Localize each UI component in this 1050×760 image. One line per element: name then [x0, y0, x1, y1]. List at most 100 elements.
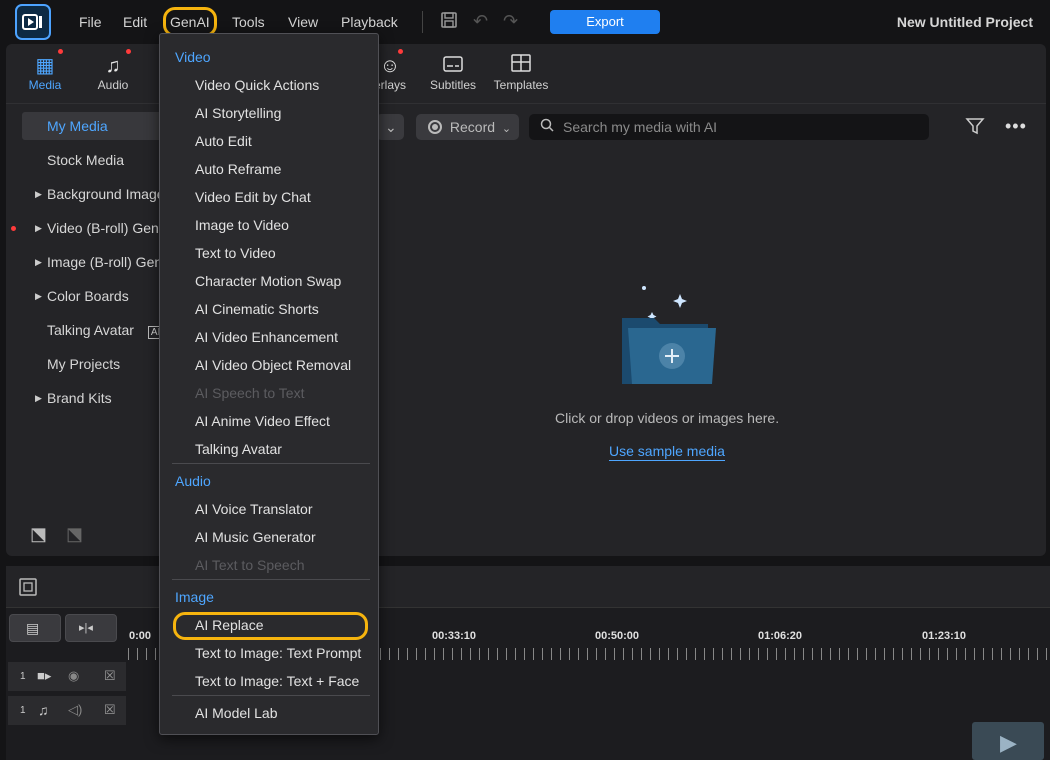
title-bar: File Edit GenAI Tools View Playback ↶ ↷ …	[0, 0, 1050, 44]
sidebar-item-label: Talking Avatar	[47, 322, 134, 338]
menu-section-audio: Audio	[175, 473, 211, 489]
menu-section-video: Video	[175, 49, 211, 65]
lock-icon[interactable]: ☒	[104, 668, 116, 684]
menu-item-ai-storytelling[interactable]: AI Storytelling	[195, 105, 281, 121]
sidebar-item-label: Video (B-roll) Gene	[47, 220, 167, 236]
subtitles-icon	[423, 54, 483, 78]
menu-edit[interactable]: Edit	[123, 14, 147, 30]
sidebar-item-background-image[interactable]: ▶ Background Image	[22, 180, 172, 208]
sidebar-item-label: Image (B-roll) Gen	[47, 254, 163, 270]
menu-tools[interactable]: Tools	[232, 14, 265, 30]
menu-item-text-to-image-text-prompt[interactable]: Text to Image: Text Prompt	[195, 645, 361, 661]
fit-icon: ▸|◂	[79, 622, 93, 634]
menu-item-auto-edit[interactable]: Auto Edit	[195, 133, 252, 149]
genai-menu-dropdown: Video Video Quick Actions AI Storytellin…	[159, 33, 379, 735]
sidebar-item-my-projects[interactable]: My Projects	[22, 350, 172, 378]
use-sample-media-link[interactable]: Use sample media	[609, 443, 725, 461]
save-icon[interactable]	[440, 11, 458, 34]
menu-item-talking-avatar[interactable]: Talking Avatar	[195, 441, 282, 457]
time-marker: 01:06:20	[758, 630, 803, 642]
speaker-icon[interactable]: ◁)	[68, 702, 82, 718]
redo-icon[interactable]: ↷	[503, 11, 518, 32]
expand-caret-icon: ▶	[35, 291, 42, 301]
sidebar-item-image-broll[interactable]: ▶ Image (B-roll) Gen	[22, 248, 172, 276]
fit-timeline-button[interactable]: ▸|◂	[65, 614, 117, 642]
sidebar-notification-dot	[11, 226, 16, 231]
menu-item-character-motion-swap[interactable]: Character Motion Swap	[195, 273, 341, 289]
menu-playback[interactable]: Playback	[341, 14, 398, 30]
time-marker: 00:33:10	[432, 630, 477, 642]
menu-section-image: Image	[175, 589, 214, 605]
empty-media-hint: Click or drop videos or images here.	[555, 410, 780, 426]
folder-plus-icon[interactable]	[614, 266, 726, 389]
overlays-notification-dot	[398, 49, 403, 54]
menu-item-ai-anime-video-effect[interactable]: AI Anime Video Effect	[195, 413, 330, 429]
record-button[interactable]: Record ⌄	[416, 114, 519, 140]
menu-item-ai-model-lab[interactable]: AI Model Lab	[195, 705, 278, 721]
export-button[interactable]: Export	[550, 10, 660, 34]
menu-file[interactable]: File	[79, 14, 102, 30]
menu-item-video-edit-by-chat[interactable]: Video Edit by Chat	[195, 189, 311, 205]
sidebar-item-color-boards[interactable]: ▶ Color Boards	[22, 282, 172, 310]
import-dropdown-chevron[interactable]: ⌄	[376, 114, 404, 140]
track-number: 1	[20, 671, 26, 682]
menu-item-ai-voice-translator[interactable]: AI Voice Translator	[195, 501, 313, 517]
music-note-icon: ♫	[38, 702, 49, 718]
app-logo-icon[interactable]	[15, 4, 51, 40]
sidebar-item-my-media[interactable]: My Media	[22, 112, 172, 140]
expand-caret-icon: ▶	[35, 257, 42, 267]
lock-icon[interactable]: ☒	[104, 702, 116, 718]
project-title: New Untitled Project	[896, 14, 1033, 30]
toolbar-divider	[422, 11, 423, 33]
menu-item-video-quick-actions[interactable]: Video Quick Actions	[195, 77, 319, 93]
track-manager-button[interactable]: ▤	[9, 614, 61, 642]
filter-icon[interactable]	[965, 116, 985, 139]
menu-separator	[172, 463, 370, 464]
templates-icon	[491, 54, 551, 78]
sidebar-item-talking-avatar[interactable]: Talking Avatar AI	[22, 316, 172, 344]
sidebar-item-video-broll[interactable]: ▶ Video (B-roll) Gene	[22, 214, 172, 242]
more-options-icon[interactable]: •••	[1005, 116, 1027, 137]
menu-separator	[172, 695, 370, 696]
menu-item-ai-video-object-removal[interactable]: AI Video Object Removal	[195, 357, 351, 373]
eye-icon[interactable]: ◉	[68, 668, 79, 684]
sidebar-item-label: Color Boards	[47, 288, 129, 304]
record-icon	[428, 120, 442, 134]
audio-notification-dot	[126, 49, 131, 54]
undo-icon[interactable]: ↶	[473, 11, 488, 32]
tab-templates[interactable]: Templates	[491, 54, 551, 92]
menu-item-auto-reframe[interactable]: Auto Reframe	[195, 161, 281, 177]
tab-media[interactable]: ▦ Media	[15, 54, 75, 92]
timeline-mode-icon[interactable]	[18, 577, 38, 600]
sidebar-item-label: Brand Kits	[47, 390, 112, 406]
track-manager-icon: ▤	[26, 620, 40, 636]
menu-item-ai-text-to-speech: AI Text to Speech	[195, 557, 305, 573]
media-thumbnail[interactable]: ▶	[972, 722, 1044, 760]
tab-templates-label: Templates	[493, 78, 549, 92]
menu-view[interactable]: View	[288, 14, 318, 30]
record-label: Record	[449, 119, 496, 135]
media-icon: ▦	[35, 55, 55, 77]
video-camera-icon: ■▸	[37, 668, 52, 683]
menu-item-ai-video-enhancement[interactable]: AI Video Enhancement	[195, 329, 338, 345]
sidebar-item-stock-media[interactable]: Stock Media	[22, 146, 172, 174]
add-tag-icon[interactable]: ⬔	[30, 524, 47, 545]
tab-subtitles-label: Subtitles	[429, 78, 477, 92]
menu-item-ai-music-generator[interactable]: AI Music Generator	[195, 529, 316, 545]
menu-item-image-to-video[interactable]: Image to Video	[195, 217, 289, 233]
menu-item-text-to-video[interactable]: Text to Video	[195, 245, 276, 261]
sidebar-item-label: Background Image	[47, 186, 165, 202]
time-marker: 00:50:00	[595, 630, 640, 642]
play-icon: ▶	[1000, 730, 1017, 755]
audio-track-header: 1 ♫ ◁) ☒	[8, 696, 126, 726]
sidebar-item-brand-kits[interactable]: ▶ Brand Kits	[22, 384, 172, 412]
menu-item-ai-cinematic-shorts[interactable]: AI Cinematic Shorts	[195, 301, 319, 317]
remove-tag-icon[interactable]: ⬔	[66, 524, 83, 545]
chevron-down-icon: ⌄	[501, 123, 512, 135]
menu-separator	[172, 579, 370, 580]
search-media-input[interactable]: Search my media with AI	[529, 114, 929, 140]
tab-subtitles[interactable]: Subtitles	[423, 54, 483, 92]
media-notification-dot	[58, 49, 63, 54]
tab-audio[interactable]: ♫ Audio	[83, 54, 143, 92]
menu-item-text-to-image-text-face[interactable]: Text to Image: Text + Face	[195, 673, 359, 689]
